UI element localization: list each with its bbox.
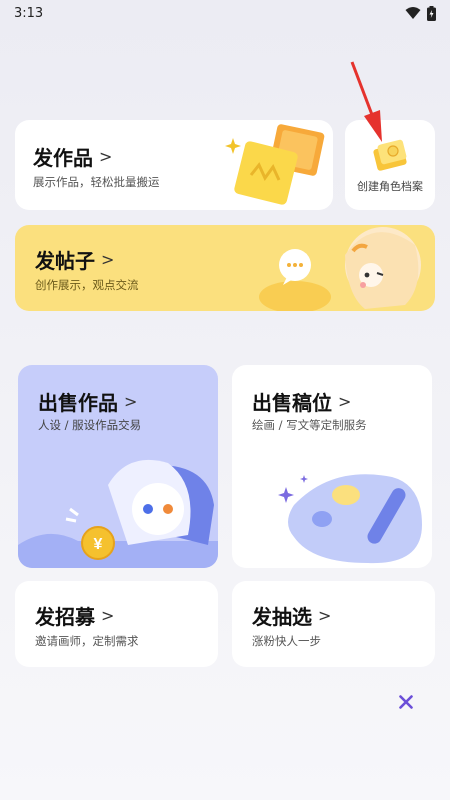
lottery-title-row: 发抽选 > — [252, 601, 331, 630]
post-work-title-row: 发作品 > — [33, 142, 112, 171]
battery-icon — [427, 5, 436, 21]
sell-work-character-illustration: ¥ — [18, 459, 218, 568]
status-time: 3:13 — [14, 5, 44, 21]
chevron-right-icon: > — [318, 606, 332, 625]
red-arrow-annotation — [350, 61, 382, 142]
post-work-subtitle: 展示作品，轻松批量搬运 — [33, 175, 160, 189]
lottery-card[interactable]: 发抽选 > 涨粉快人一步 — [232, 581, 435, 667]
chevron-right-icon: > — [101, 250, 115, 269]
chevron-right-icon: > — [101, 606, 115, 625]
post-thread-subtitle: 创作展示，观点交流 — [35, 278, 139, 292]
wifi-icon — [405, 7, 421, 19]
chevron-right-icon: > — [338, 392, 352, 411]
thread-character-illustration — [259, 227, 421, 311]
chevron-right-icon: > — [99, 147, 113, 166]
work-papers-illustration — [225, 124, 325, 205]
recruit-subtitle: 邀请画师，定制需求 — [35, 634, 139, 648]
chevron-right-icon: > — [124, 392, 138, 411]
close-button[interactable] — [394, 690, 418, 714]
recruit-card[interactable]: 发招募 > 邀请画师，定制需求 — [15, 581, 218, 667]
close-icon — [399, 695, 413, 709]
lottery-title: 发抽选 — [252, 605, 312, 629]
create-character-label: 创建角色档案 — [357, 180, 423, 193]
sell-work-title: 出售作品 — [38, 391, 118, 415]
post-thread-title-row: 发帖子 > — [35, 245, 114, 274]
status-icons — [405, 5, 436, 21]
sell-slot-title-row: 出售稿位 > — [252, 387, 351, 416]
sell-work-subtitle: 人设 / 服设作品交易 — [38, 418, 142, 432]
sell-slot-subtitle: 绘画 / 写文等定制服务 — [252, 418, 367, 432]
sell-slot-card[interactable]: 出售稿位 > 绘画 / 写文等定制服务 — [232, 365, 432, 568]
sell-work-card[interactable]: 出售作品 > 人设 / 服设作品交易 ¥ — [18, 365, 218, 568]
lottery-subtitle: 涨粉快人一步 — [252, 634, 321, 648]
recruit-title: 发招募 — [35, 605, 95, 629]
svg-text:¥: ¥ — [94, 536, 103, 553]
sell-work-title-row: 出售作品 > — [38, 387, 137, 416]
sell-slot-title: 出售稿位 — [252, 391, 332, 415]
status-bar: 3:13 — [0, 0, 450, 26]
post-thread-title: 发帖子 — [35, 249, 95, 273]
palette-illustration — [278, 474, 422, 564]
post-work-title: 发作品 — [33, 146, 93, 170]
recruit-title-row: 发招募 > — [35, 601, 114, 630]
post-thread-card[interactable]: 发帖子 > 创作展示，观点交流 — [15, 225, 435, 311]
post-work-card[interactable]: 发作品 > 展示作品，轻松批量搬运 — [15, 120, 333, 210]
